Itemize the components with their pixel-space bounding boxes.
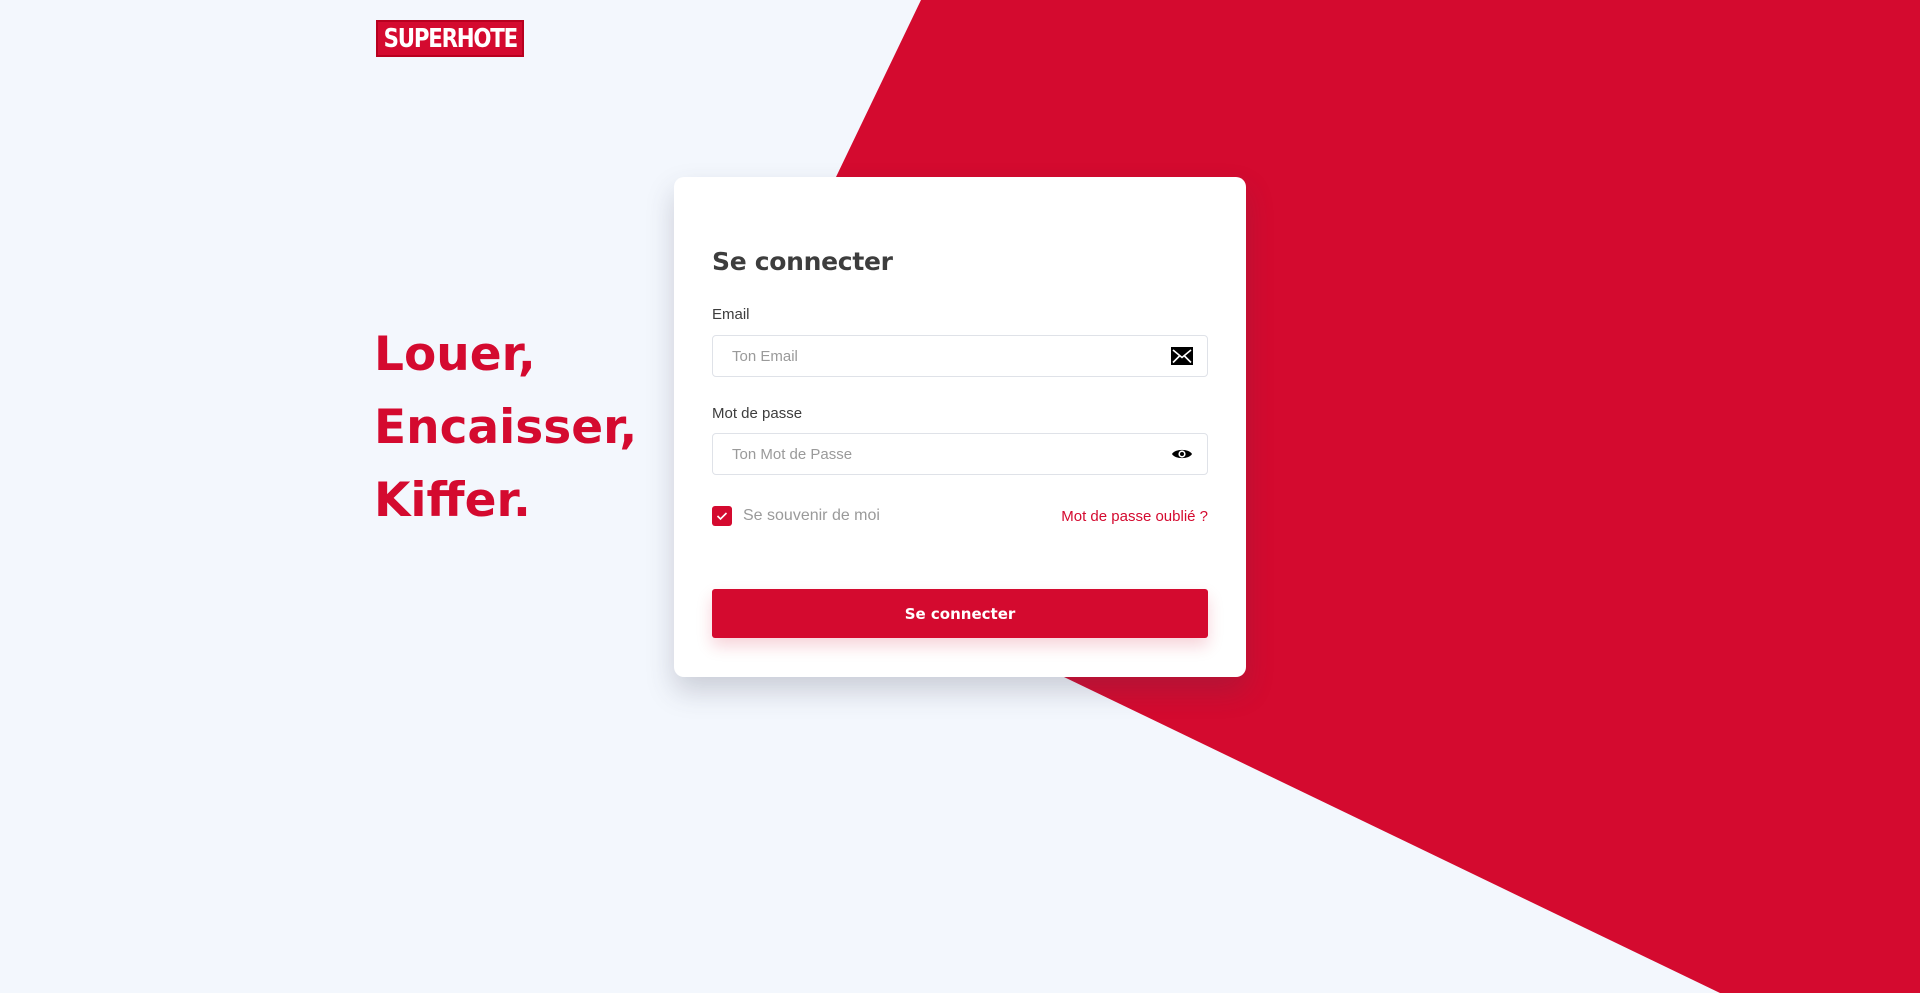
email-label: Email [712,306,750,323]
tagline-line-3: Kiffer. [374,473,531,528]
forgot-password-link[interactable]: Mot de passe oublié ? [1061,508,1208,525]
checkmark-icon [716,512,728,521]
eye-icon[interactable] [1171,445,1193,463]
tagline-line-1: Louer, [374,327,536,382]
password-input[interactable] [713,434,1153,474]
login-card: Se connecter Email Mot de passe [674,177,1246,677]
remember-me[interactable]: Se souvenir de moi [712,506,880,526]
email-field-wrapper [712,335,1208,377]
remember-me-checkbox[interactable] [712,506,732,526]
superhote-logo[interactable]: SUPERHOTE [376,20,524,57]
login-submit-button[interactable]: Se connecter [712,589,1208,638]
email-input[interactable] [713,336,1153,376]
tagline-line-2: Encaisser, [374,400,638,455]
password-field-wrapper [712,433,1208,475]
password-label: Mot de passe [712,405,803,422]
envelope-icon [1171,347,1193,365]
login-title: Se connecter [712,247,893,276]
tagline: Louer, Encaisser, Kiffer. [374,318,637,537]
logo-text: SUPERHOTE [383,23,518,54]
remember-me-label: Se souvenir de moi [743,507,880,524]
